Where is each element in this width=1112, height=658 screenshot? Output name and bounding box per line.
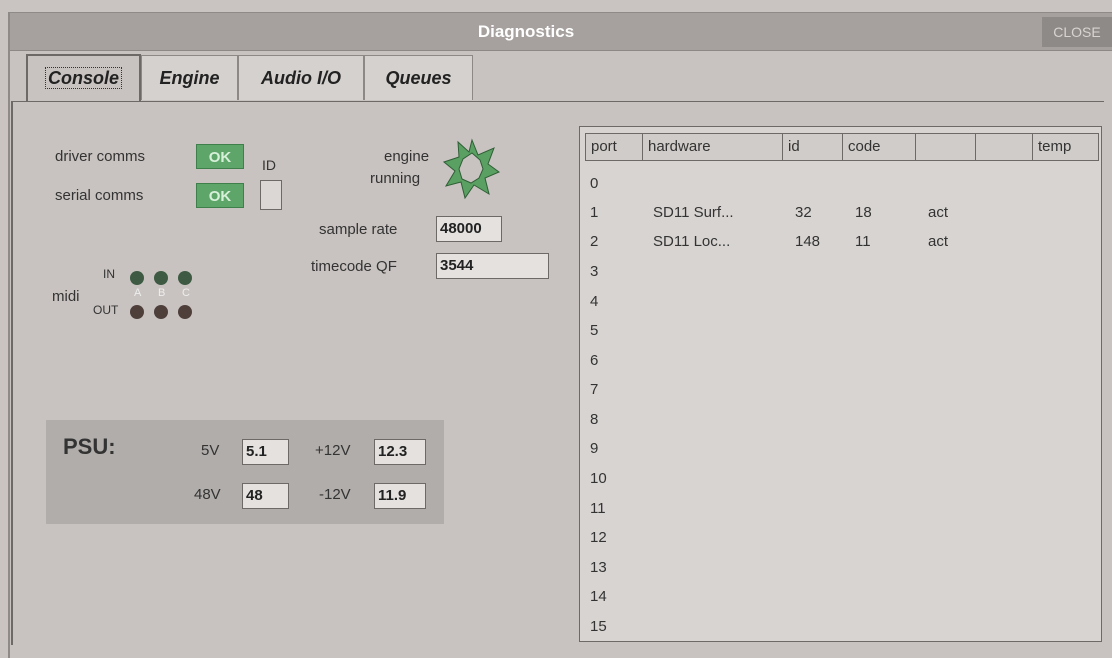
col-header-blank-1[interactable] [915,133,976,161]
col-header-code[interactable]: code [842,133,916,161]
psu-5v-field: 5.1 [242,439,289,465]
tab-queues[interactable]: Queues [364,55,473,100]
midi-out-a-indicator [130,305,144,319]
row-id: 32 [795,204,812,221]
id-label: ID [262,157,276,173]
col-header-hardware[interactable]: hardware [642,133,783,161]
row-port: 14 [590,588,607,605]
window-title: Diagnostics [477,22,575,41]
tab-engine[interactable]: Engine [141,55,238,100]
driver-comms-label: driver comms [55,148,146,165]
row-port: 8 [590,411,599,428]
psu-5v-label: 5V [201,442,220,459]
row-hardware: SD11 Loc... [653,233,731,250]
row-port: 11 [590,500,606,517]
tab-audio-io[interactable]: Audio I/O [238,55,364,100]
midi-in-b-indicator [154,271,168,285]
midi-in-label: IN [103,267,115,281]
midi-out-label: OUT [93,303,119,317]
col-header-id[interactable]: id [782,133,843,161]
row-port: 7 [590,381,599,398]
running-label: running [370,170,421,187]
row-port: 13 [590,559,607,576]
psu-minus12v-field: 11.9 [374,483,426,509]
row-port: 5 [590,322,599,339]
psu-plus12v-field: 12.3 [374,439,426,465]
driver-comms-status: OK [196,144,244,169]
tab-label: Audio I/O [261,68,341,88]
row-status: act [928,204,949,221]
row-id: 148 [795,233,821,250]
row-port: 2 [590,233,599,250]
row-port: 4 [590,293,599,310]
psu-minus12v-label: -12V [319,486,351,503]
row-port: 10 [590,470,607,487]
id-toggle[interactable] [260,180,282,210]
sample-rate-label: sample rate [319,221,398,238]
serial-comms-label: serial comms [55,187,144,204]
psu-48v-label: 48V [194,486,221,503]
engine-label: engine [384,148,430,165]
row-code: 18 [855,204,872,221]
row-status: act [928,233,949,250]
port-table: port hardware id code temp 0 1 SD11 Surf… [579,126,1102,642]
midi-channel-c: C [182,287,190,299]
col-header-port[interactable]: port [585,133,643,161]
psu-48v-field: 48 [242,483,289,509]
close-button[interactable]: CLOSE [1042,17,1112,47]
timecode-field: 3544 [436,253,549,279]
row-port: 3 [590,263,599,280]
row-port: 15 [590,618,607,635]
midi-label: midi [52,288,80,305]
engine-running-icon [443,138,501,200]
row-port: 12 [590,529,607,546]
tab-label: Console [44,67,122,89]
row-code: 11 [855,233,871,250]
col-header-blank-2[interactable] [975,133,1033,161]
tab-label: Queues [385,68,452,88]
row-port: 1 [590,204,599,221]
serial-comms-status: OK [196,183,244,208]
midi-channel-a: A [134,287,142,299]
row-hardware: SD11 Surf... [653,204,734,221]
midi-channel-b: B [158,287,166,299]
row-port: 0 [590,175,599,192]
midi-in-a-indicator [130,271,144,285]
midi-out-b-indicator [154,305,168,319]
tab-console[interactable]: Console [26,54,141,101]
psu-panel: PSU: 5V 5.1 +12V 12.3 48V 48 -12V 11.9 [46,420,444,524]
psu-plus12v-label: +12V [315,442,351,459]
timecode-label: timecode QF [311,258,397,275]
tab-label: Engine [159,68,220,88]
sample-rate-field: 48000 [436,216,502,242]
midi-in-c-indicator [178,271,192,285]
midi-out-c-indicator [178,305,192,319]
title-bar: Diagnostics CLOSE [10,13,1112,51]
psu-title: PSU: [63,434,116,459]
col-header-temp[interactable]: temp [1032,133,1099,161]
row-port: 9 [590,440,599,457]
row-port: 6 [590,352,599,369]
